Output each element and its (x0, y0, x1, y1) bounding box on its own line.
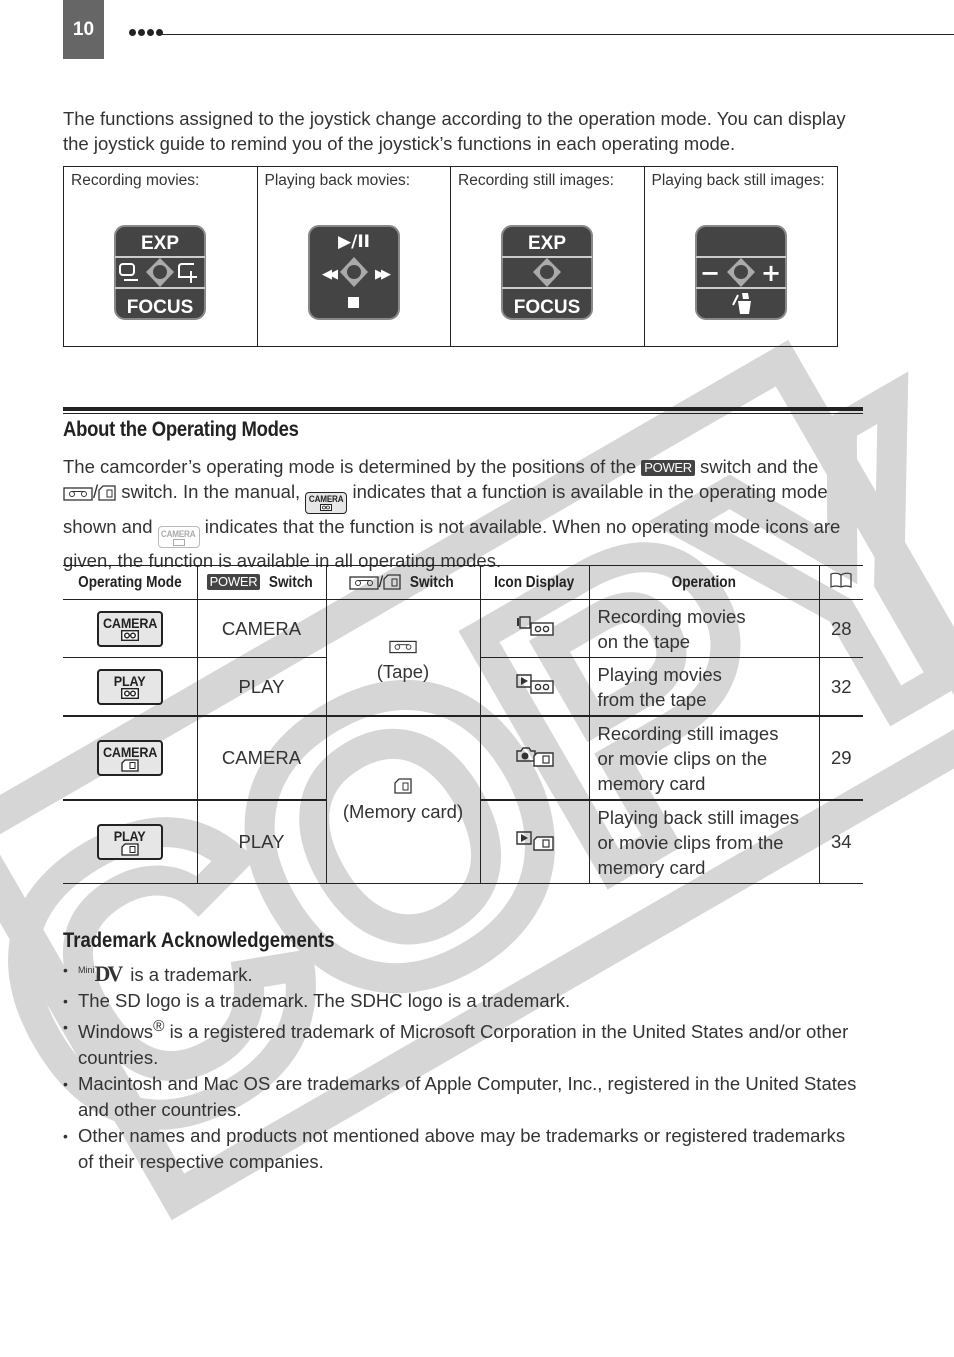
joystick-guide-icon: − + (694, 225, 787, 320)
table-row: CAMERA CAMERA (Memory card) Recording st… (63, 715, 863, 884)
operation-cell: Recording movies on the tape (588, 599, 820, 658)
play-tape-mode-badge: PLAY (96, 668, 163, 705)
table-row: CAMERA CAMERA (Tape) Recording movies on … (63, 599, 863, 717)
trademark-list: MiniDVis a trademark. The SD logo is a t… (63, 957, 863, 1175)
joy-top-text: ▶/II (338, 232, 370, 252)
joystick-label: Recording still images: (458, 172, 614, 189)
icon-display-cell (479, 657, 590, 717)
joystick-cell-recording-stills: Recording still images: EXP FOCUS (451, 167, 645, 346)
joy-right-text: + (761, 259, 781, 287)
header-media-switch: / Switch (325, 565, 480, 600)
header-operating-mode: Operating Mode (63, 565, 197, 600)
icon-display-cell (479, 715, 590, 801)
joy-top-text: EXP (528, 233, 566, 254)
joystick-cell-playing-stills: Playing back still images: − + (645, 167, 838, 346)
joy-left-text: − (700, 259, 720, 287)
intro-paragraph: The functions assigned to the joystick c… (63, 108, 846, 154)
header-icon-display: Icon Display (479, 565, 589, 600)
joystick-guide-icon: ▶/II ◀◀ ▶▶ (307, 225, 400, 320)
power-cell: CAMERA (196, 715, 327, 801)
mode-cell: PLAY (63, 657, 198, 717)
para-text: The camcorder’s operating mode is determ… (63, 456, 637, 477)
minidv-logo: DV (94, 961, 124, 986)
tape-icon (63, 487, 93, 501)
play-tape-display-icon (515, 674, 554, 694)
camera-mode-available-badge: CAMERA (305, 491, 348, 514)
mode-cell: CAMERA (63, 599, 198, 658)
tape-icon (349, 575, 379, 590)
media-cell-card: (Memory card) (325, 715, 481, 884)
joystick-label: Recording movies: (71, 172, 200, 189)
operation-cell: Playing back still images or movie clips … (588, 799, 820, 884)
header-page-reference (818, 565, 863, 600)
camera-card-display-icon (515, 746, 554, 767)
section-rule (63, 407, 863, 411)
mode-cell: CAMERA (63, 715, 198, 801)
section-title-operating-modes: About the Operating Modes (63, 418, 299, 441)
joystick-label: Playing back still images: (651, 172, 825, 189)
header-operation: Operation (588, 565, 819, 600)
header-power-switch: POWER Switch (196, 565, 326, 600)
list-item: Windows® is a registered trademark of Mi… (63, 1014, 863, 1071)
camera-mode-unavailable-badge: CAMERA (157, 526, 200, 548)
icon-display-cell (479, 599, 590, 658)
operating-modes-paragraph: The camcorder’s operating mode is determ… (63, 456, 841, 571)
camera-card-mode-badge: CAMERA (96, 740, 163, 777)
power-cell: CAMERA (196, 599, 327, 658)
power-cell: PLAY (196, 799, 327, 884)
list-item: Other names and products not mentioned a… (63, 1123, 863, 1175)
operating-modes-table: Operating Mode POWER Switch / Switch Ico… (63, 565, 863, 884)
joystick-cell-playing-movies: Playing back movies: ▶/II ◀◀ ▶▶ (258, 167, 451, 346)
minidv-logo-mini: Mini (78, 965, 95, 975)
page-number: 10 (63, 0, 104, 59)
header-rule (160, 34, 954, 35)
joystick-guide-icon: EXP FOCUS (501, 225, 594, 320)
joystick-guide-icon: EXP FOCUS (114, 225, 207, 320)
para-text: switch. In the manual, (121, 481, 301, 502)
page-ref-cell: 29 (818, 715, 863, 801)
para-text: switch and the (700, 456, 819, 477)
page-ref-cell: 34 (818, 799, 863, 884)
joy-bottom-text: FOCUS (514, 297, 581, 318)
section-title-trademarks: Trademark Acknowledgements (63, 929, 335, 952)
camera-tape-mode-badge: CAMERA (96, 610, 163, 647)
power-switch-badge: POWER (641, 460, 695, 476)
memory-card-icon (383, 573, 401, 590)
section-rule-thin (63, 413, 863, 414)
play-card-mode-badge: PLAY (96, 824, 163, 861)
joystick-cell-recording-movies: Recording movies: EXP FOCUS (64, 167, 258, 346)
mode-cell: PLAY (63, 799, 198, 884)
book-icon (830, 572, 852, 588)
list-item: The SD logo is a trademark. The SDHC log… (63, 988, 863, 1014)
joy-top-text: EXP (141, 233, 179, 254)
header-dots (129, 29, 163, 36)
memory-card-icon (98, 485, 116, 501)
page-ref-cell: 28 (818, 599, 863, 658)
page-number-text: 10 (72, 18, 95, 40)
joystick-label: Playing back movies: (264, 172, 411, 189)
media-cell-tape: (Tape) (325, 599, 481, 717)
memory-card-icon (394, 778, 412, 794)
list-item: MiniDVis a trademark. (63, 957, 863, 988)
camera-tape-display-icon (516, 616, 554, 636)
icon-display-cell (479, 799, 590, 884)
joystick-guide-table: Recording movies: EXP FOCUS Playing back… (63, 166, 838, 347)
tape-icon (389, 640, 417, 653)
joy-bottom-text: FOCUS (127, 297, 194, 318)
operation-cell: Recording still images or movie clips on … (588, 715, 820, 801)
table-header-row: Operating Mode POWER Switch / Switch Ico… (63, 565, 863, 600)
page-ref-cell: 32 (818, 657, 863, 717)
play-card-display-icon (515, 830, 554, 851)
operation-cell: Playing movies from the tape (588, 657, 820, 717)
power-cell: PLAY (196, 657, 327, 717)
stop-icon (347, 297, 359, 308)
list-item: Macintosh and Mac OS are trademarks of A… (63, 1071, 863, 1123)
